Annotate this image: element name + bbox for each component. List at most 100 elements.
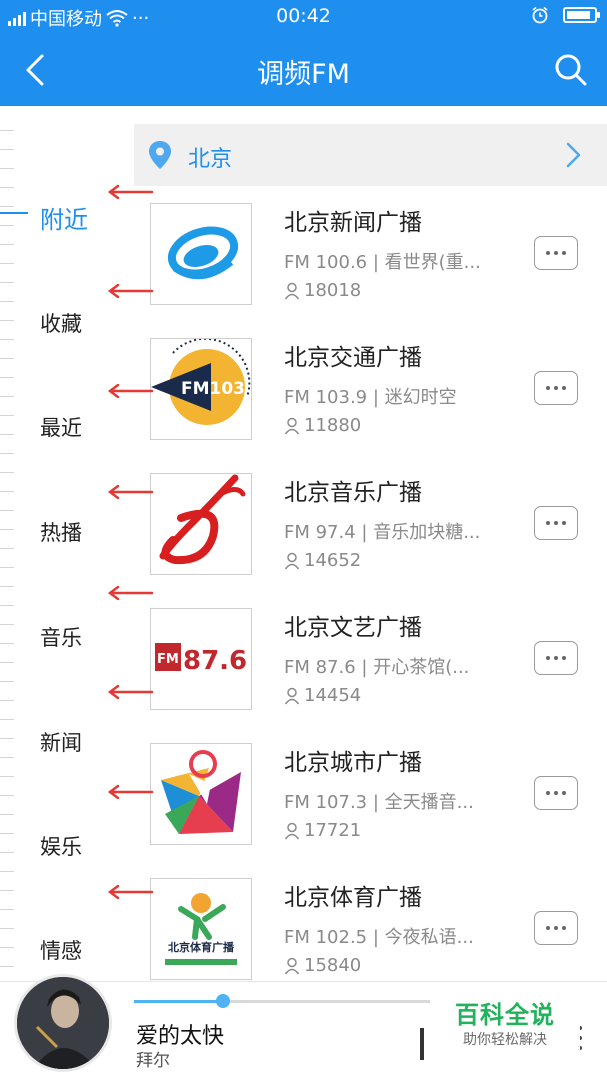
arts-logo-text: 87.6 bbox=[183, 646, 247, 676]
station-name: 北京新闻广播 bbox=[284, 210, 422, 236]
station-item[interactable]: FM 87.6 北京文艺广播 FM 87.6 | 开心茶馆(... 14454 bbox=[134, 608, 607, 743]
location-city: 北京 bbox=[188, 147, 233, 172]
station-frequency: FM 87.6 bbox=[284, 657, 356, 678]
more-button[interactable] bbox=[534, 776, 578, 810]
status-bar: 中国移动 ··· 00:42 bbox=[0, 0, 607, 34]
location-pin-icon bbox=[149, 141, 171, 169]
annotation-arrow-icon bbox=[107, 185, 154, 199]
annotation-arrow-icon bbox=[107, 586, 154, 600]
station-info: FM 87.6 | 开心茶馆(... bbox=[284, 657, 470, 678]
listener-count: 17721 bbox=[304, 820, 362, 841]
arts-logo-prefix: FM bbox=[157, 652, 179, 667]
station-logo-sports: 北京体育广播 bbox=[150, 878, 252, 980]
nav-item-entertainment[interactable]: 娱乐 bbox=[40, 831, 82, 861]
station-logo-news bbox=[150, 203, 252, 305]
page-title: 调频FM bbox=[257, 59, 350, 90]
station-item[interactable]: 北京城市广播 FM 107.3 | 全天播音... 17721 bbox=[134, 743, 607, 878]
nav-item-favorites[interactable]: 收藏 bbox=[40, 308, 82, 338]
station-info: FM 107.3 | 全天播音... bbox=[284, 792, 474, 813]
person-icon bbox=[284, 552, 300, 569]
station-name: 北京音乐广播 bbox=[284, 480, 422, 506]
more-button[interactable] bbox=[534, 911, 578, 945]
listener-count: 15840 bbox=[304, 955, 362, 976]
station-program: 开心茶馆(... bbox=[373, 657, 470, 678]
person-icon bbox=[284, 957, 300, 974]
annotation-arrow-icon bbox=[107, 284, 154, 298]
more-button[interactable] bbox=[534, 236, 578, 270]
battery-icon bbox=[563, 7, 600, 23]
location-bar[interactable]: 北京 bbox=[134, 124, 607, 186]
station-item[interactable]: 北京新闻广播 FM 100.6 | 看世界(重... 18018 bbox=[134, 203, 607, 338]
station-name: 北京体育广播 bbox=[284, 885, 422, 911]
station-logo-traffic: FM103.9 bbox=[150, 338, 252, 440]
station-frequency: FM 103.9 bbox=[284, 387, 368, 408]
annotation-arrow-icon bbox=[107, 685, 154, 699]
progress-knob[interactable] bbox=[215, 994, 230, 1008]
station-frequency: FM 102.5 bbox=[284, 927, 368, 948]
listener-count: 11880 bbox=[304, 415, 362, 436]
progress-track[interactable] bbox=[134, 994, 430, 1008]
sports-logo-text: 北京体育广播 bbox=[168, 940, 235, 954]
annotation-arrow-icon bbox=[107, 885, 154, 899]
nav-item-music[interactable]: 音乐 bbox=[40, 622, 82, 652]
station-name: 北京城市广播 bbox=[284, 750, 422, 776]
station-info: FM 103.9 | 迷幻时空 bbox=[284, 387, 457, 408]
more-button[interactable] bbox=[534, 641, 578, 675]
alarm-icon bbox=[532, 6, 548, 24]
nav-item-nearby[interactable]: 附近 bbox=[40, 200, 88, 235]
status-time: 00:42 bbox=[276, 5, 331, 27]
person-icon bbox=[284, 417, 300, 434]
station-logo-city bbox=[150, 743, 252, 845]
watermark: 百科全说 助你轻松解决 bbox=[430, 985, 580, 1055]
station-listeners: 14652 bbox=[284, 550, 361, 571]
station-listeners: 17721 bbox=[284, 820, 361, 841]
station-name: 北京文艺广播 bbox=[284, 615, 422, 641]
listener-count: 14652 bbox=[304, 550, 362, 571]
station-program: 迷幻时空 bbox=[384, 387, 457, 408]
annotation-arrow-icon bbox=[107, 485, 154, 499]
station-item[interactable]: 北京音乐广播 FM 97.4 | 音乐加块糖... 14652 bbox=[134, 473, 607, 608]
station-item[interactable]: FM103.9 北京交通广播 FM 103.9 | 迷幻时空 11880 bbox=[134, 338, 607, 473]
station-listeners: 18018 bbox=[284, 280, 361, 301]
annotation-arrow-icon bbox=[107, 785, 154, 799]
person-icon bbox=[284, 687, 300, 704]
category-nav: 附近 收藏 最近 热播 音乐 新闻 娱乐 情感 bbox=[0, 106, 134, 981]
station-frequency: FM 100.6 bbox=[284, 252, 368, 273]
station-program: 看世界(重... bbox=[384, 252, 481, 273]
station-program: 全天播音... bbox=[384, 792, 474, 813]
station-program: 今夜私语... bbox=[384, 927, 474, 948]
station-info: FM 97.4 | 音乐加块糖... bbox=[284, 522, 481, 543]
app-header: 调频FM bbox=[0, 34, 607, 106]
person-icon bbox=[284, 822, 300, 839]
station-info: FM 102.5 | 今夜私语... bbox=[284, 927, 474, 948]
active-indicator bbox=[0, 212, 28, 214]
nav-item-news[interactable]: 新闻 bbox=[40, 727, 82, 757]
station-listeners: 15840 bbox=[284, 955, 361, 976]
status-right bbox=[531, 6, 600, 24]
listener-count: 18018 bbox=[304, 280, 362, 301]
more-button[interactable] bbox=[534, 371, 578, 405]
station-frequency: FM 97.4 bbox=[284, 522, 356, 543]
station-listeners: 11880 bbox=[284, 415, 361, 436]
nav-item-recent[interactable]: 最近 bbox=[40, 412, 82, 442]
station-name: 北京交通广播 bbox=[284, 345, 422, 371]
album-cover[interactable] bbox=[14, 974, 112, 1072]
nav-item-emotion[interactable]: 情感 bbox=[40, 935, 82, 965]
chevron-right-icon bbox=[566, 142, 581, 168]
song-artist: 拜尔 bbox=[136, 1051, 170, 1071]
nav-item-hot[interactable]: 热播 bbox=[40, 517, 82, 547]
watermark-title: 百科全说 bbox=[455, 1001, 555, 1029]
listener-count: 14454 bbox=[304, 685, 362, 706]
battery-fill bbox=[567, 11, 591, 19]
watermark-subtitle: 助你轻松解决 bbox=[463, 1032, 547, 1048]
play-pause-button[interactable] bbox=[420, 1028, 424, 1060]
nav-ruler bbox=[0, 112, 14, 972]
search-icon[interactable] bbox=[549, 48, 593, 92]
station-info: FM 100.6 | 看世界(重... bbox=[284, 252, 481, 273]
station-logo-arts: FM 87.6 bbox=[150, 608, 252, 710]
more-button[interactable] bbox=[534, 506, 578, 540]
station-program: 音乐加块糖... bbox=[373, 522, 481, 543]
person-icon bbox=[284, 282, 300, 299]
station-frequency: FM 107.3 bbox=[284, 792, 368, 813]
station-logo-music bbox=[150, 473, 252, 575]
